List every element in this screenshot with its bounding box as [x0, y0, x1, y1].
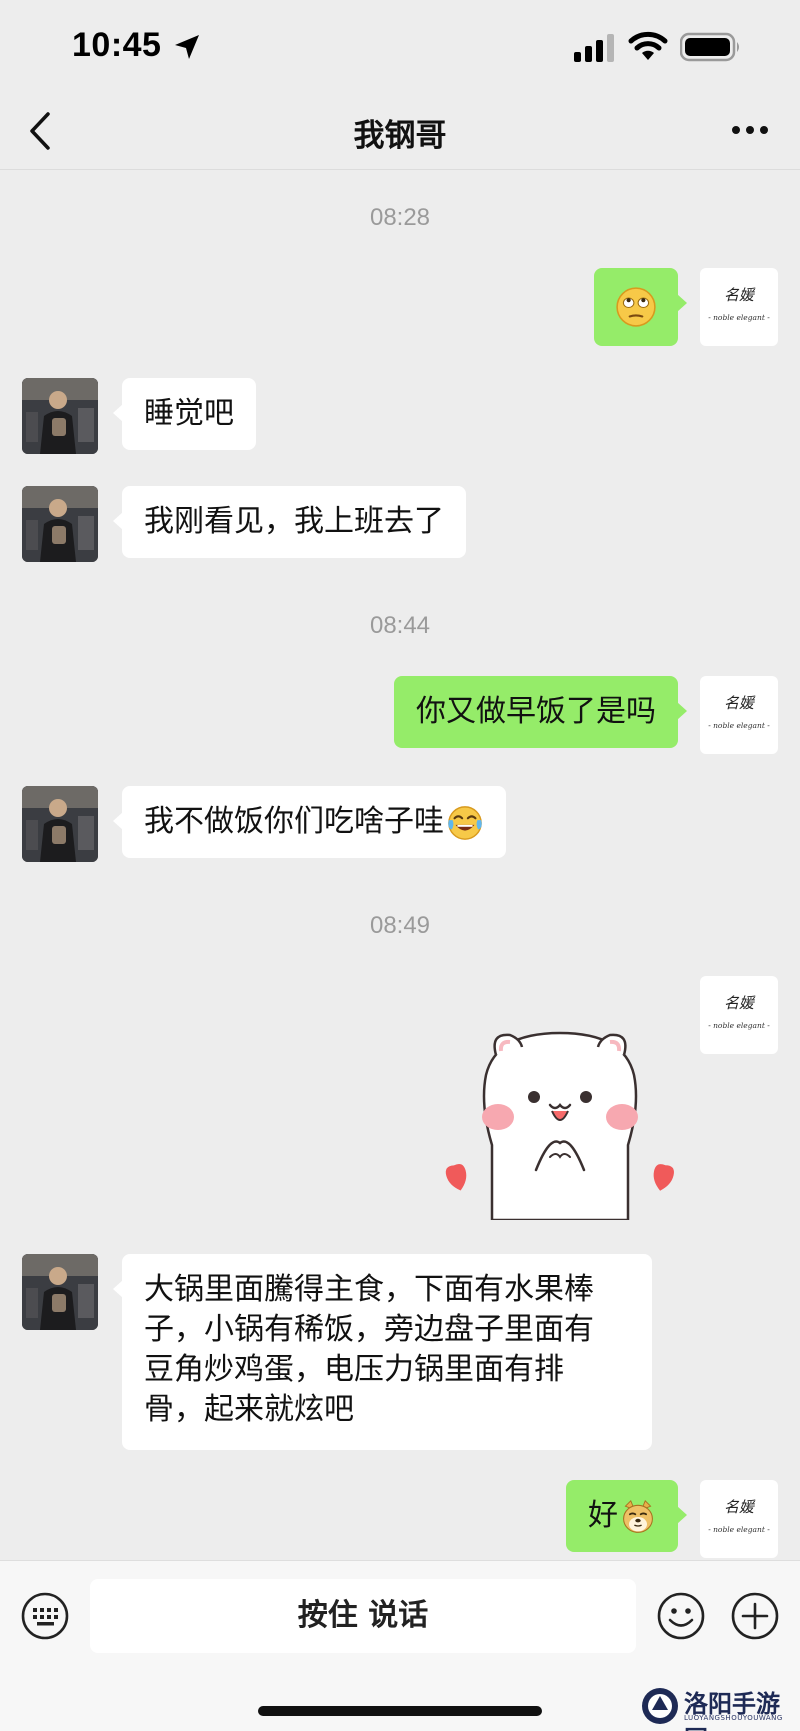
- contact-avatar[interactable]: [22, 486, 98, 562]
- self-avatar-logo: 名媛 - noble elegant -: [708, 694, 770, 730]
- keyboard-icon[interactable]: [20, 1591, 70, 1641]
- emoji-smile-icon[interactable]: [656, 1591, 706, 1641]
- self-avatar[interactable]: 名媛 - noble elegant -: [700, 1480, 778, 1558]
- self-avatar-logo: 名媛 - noble elegant -: [708, 1498, 770, 1534]
- chat-timestamp: 08:49: [369, 912, 431, 939]
- home-indicator: [258, 1706, 542, 1716]
- svg-text:名媛: 名媛: [724, 694, 756, 712]
- contact-avatar-photo: [22, 378, 98, 454]
- chat-title: 我钢哥: [353, 118, 447, 154]
- more-options-icon[interactable]: [730, 118, 770, 142]
- hold-to-talk-button[interactable]: 按住 说话: [90, 1579, 636, 1653]
- svg-text:- noble elegant -: - noble elegant -: [708, 313, 770, 322]
- contact-avatar-photo: [22, 486, 98, 562]
- message-text: 我不做饭你们吃啥子哇: [144, 804, 444, 839]
- watermark-name: 洛阳手游网: [684, 1690, 780, 1731]
- watermark-subtext: LUOYANGSHOUYOUWANG: [684, 1714, 783, 1722]
- contact-avatar[interactable]: [22, 1254, 98, 1330]
- incoming-message-bubble[interactable]: 我刚看见，我上班去了: [113, 486, 466, 558]
- svg-text:- noble elegant -: - noble elegant -: [708, 721, 770, 730]
- message-line: 骨，起来就炫吧: [144, 1392, 354, 1427]
- outgoing-message-bubble[interactable]: 好: [566, 1480, 687, 1552]
- cellular-signal-icon: [574, 34, 614, 62]
- message-line: 大锅里面騰得主食，下面有水果棒: [144, 1272, 594, 1307]
- cat-hands-hearts-sticker[interactable]: [440, 1025, 680, 1220]
- site-watermark: 洛阳手游网 LUOYANGSHOUYOUWANG: [640, 1682, 800, 1731]
- location-arrow-icon: [175, 35, 199, 59]
- status-time: 10:45: [72, 26, 162, 64]
- incoming-message-bubble[interactable]: 我不做饭你们吃啥子哇: [113, 786, 506, 858]
- battery-icon: [680, 32, 739, 62]
- status-bar: 10:45: [0, 0, 800, 92]
- chat-timestamp: 08:28: [369, 204, 431, 231]
- outgoing-message-bubble[interactable]: 你又做早饭了是吗: [394, 676, 687, 748]
- self-avatar[interactable]: 名媛 - noble elegant -: [700, 268, 778, 346]
- contact-avatar[interactable]: [22, 378, 98, 454]
- message-line: 子，小锅有稀饭，旁边盘子里面有: [144, 1312, 594, 1347]
- wifi-icon: [628, 31, 668, 60]
- contact-avatar[interactable]: [22, 786, 98, 862]
- incoming-message-bubble[interactable]: 大锅里面騰得主食，下面有水果棒 子，小锅有稀饭，旁边盘子里面有 豆角炒鸡蛋，电压…: [113, 1254, 652, 1450]
- message-line: 豆角炒鸡蛋，电压力锅里面有排: [144, 1352, 564, 1387]
- contact-avatar-photo: [22, 786, 98, 862]
- svg-text:- noble elegant -: - noble elegant -: [708, 1525, 770, 1534]
- rolling-eyes-emoji-icon: [616, 287, 656, 327]
- outgoing-message-bubble[interactable]: [594, 268, 687, 346]
- svg-text:- noble elegant -: - noble elegant -: [708, 1021, 770, 1030]
- svg-text:名媛: 名媛: [724, 1498, 756, 1516]
- self-avatar[interactable]: 名媛 - noble elegant -: [700, 976, 778, 1054]
- tears-of-joy-emoji-icon: [448, 805, 482, 840]
- watermark-logo-icon: [642, 1688, 678, 1724]
- svg-text:名媛: 名媛: [724, 994, 756, 1012]
- self-avatar-logo: 名媛 - noble elegant -: [708, 286, 770, 322]
- chat-header: 我钢哥: [0, 92, 800, 170]
- svg-text:名媛: 名媛: [724, 286, 756, 304]
- message-text: 好: [588, 1498, 618, 1533]
- self-avatar[interactable]: 名媛 - noble elegant -: [700, 676, 778, 754]
- plus-icon[interactable]: [730, 1591, 780, 1641]
- contact-avatar-photo: [22, 1254, 98, 1330]
- incoming-message-bubble[interactable]: 睡觉吧: [113, 378, 256, 450]
- self-avatar-logo: 名媛 - noble elegant -: [708, 994, 770, 1030]
- doge-emoji-icon: [623, 1499, 653, 1533]
- chat-timestamp: 08:44: [369, 612, 431, 639]
